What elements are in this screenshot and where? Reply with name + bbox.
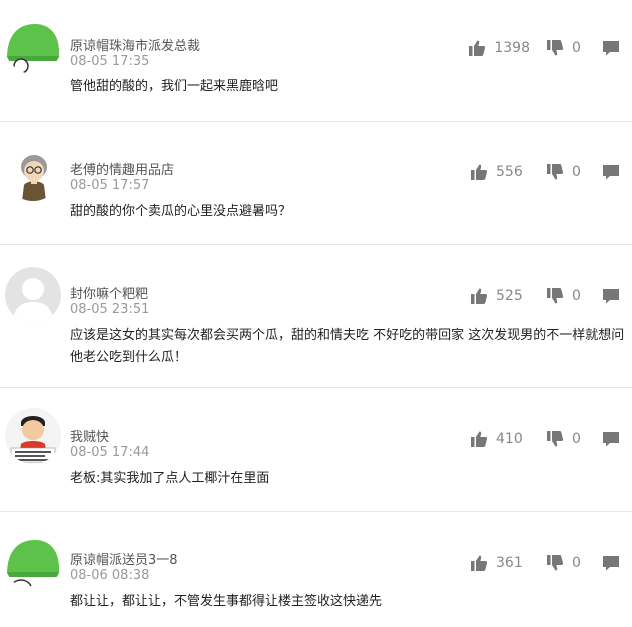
like-count: 361 [496, 555, 523, 571]
timestamp: 08-05 23:51 [70, 302, 150, 317]
dislike-count: 0 [572, 288, 581, 304]
comment-text: 老板:其实我加了点人工椰汁在里面 [70, 471, 270, 486]
comment-bubble-icon[interactable] [602, 163, 620, 181]
like-count: 1398 [494, 40, 530, 56]
like-count: 410 [496, 431, 523, 447]
comment-bubble-icon[interactable] [602, 430, 620, 448]
comment-item: 原谅帽珠海市派发总裁 08-05 17:35 管他甜的酸的，我们一起来黑鹿晗吧 … [0, 0, 632, 122]
avatar[interactable] [5, 18, 61, 74]
like-count: 525 [496, 288, 523, 304]
dislike-button[interactable]: 0 [546, 163, 582, 181]
like-count: 556 [496, 164, 523, 180]
timestamp: 08-05 17:35 [70, 54, 150, 69]
thumbs-down-icon[interactable] [546, 287, 564, 305]
dislike-count: 0 [572, 555, 581, 571]
comment-bubble-icon[interactable] [602, 39, 620, 57]
dislike-button[interactable]: 0 [546, 430, 582, 448]
thumbs-down-icon[interactable] [546, 39, 564, 57]
username[interactable]: 老傅的情趣用品店 [70, 159, 174, 178]
comment-actions: 1398 0 [468, 38, 620, 58]
comment-text: 应该是这女的其实每次都会买两个瓜，甜的和情夫吃 不好吃的带回家 这次发现男的不一… [70, 328, 625, 365]
dislike-button[interactable]: 0 [546, 287, 582, 305]
thumbs-up-icon[interactable] [470, 287, 488, 305]
comment-item: 原谅帽派送员3一8 08-06 08:38 都让让，都让让，不管发生事都得让楼主… [0, 512, 632, 627]
comment-actions: 556 0 [470, 162, 620, 182]
comment-item: 我贼快 08-05 17:44 老板:其实我加了点人工椰汁在里面 410 0 [0, 388, 632, 512]
dislike-button[interactable]: 0 [546, 39, 582, 57]
avatar[interactable] [5, 534, 61, 590]
comment-text: 都让让，都让让，不管发生事都得让楼主签收这快递先 [70, 594, 383, 609]
username[interactable]: 封你嘛个粑粑 [70, 283, 148, 302]
thumbs-up-icon[interactable] [470, 554, 488, 572]
avatar[interactable] [5, 267, 61, 323]
thumbs-down-icon[interactable] [546, 430, 564, 448]
comment-text: 管他甜的酸的，我们一起来黑鹿晗吧 [70, 79, 279, 94]
timestamp: 08-05 17:57 [70, 178, 150, 193]
comment-actions: 361 0 [470, 553, 620, 573]
username[interactable]: 原谅帽珠海市派发总裁 [70, 35, 200, 54]
comment-actions: 410 0 [470, 429, 620, 449]
avatar[interactable] [5, 145, 61, 201]
thumbs-up-icon[interactable] [468, 39, 486, 57]
comment-item: 封你嘛个粑粑 08-05 23:51 应该是这女的其实每次都会买两个瓜，甜的和情… [0, 245, 632, 388]
comment-text: 甜的酸的你个卖瓜的心里没点避暑吗？ [70, 204, 292, 219]
thumbs-up-icon[interactable] [470, 430, 488, 448]
thumbs-down-icon[interactable] [546, 163, 564, 181]
username[interactable]: 我贼快 [70, 426, 109, 445]
dislike-count: 0 [572, 40, 581, 56]
username[interactable]: 原谅帽派送员3一8 [70, 549, 178, 568]
dislike-button[interactable]: 0 [546, 554, 582, 572]
thumbs-down-icon[interactable] [546, 554, 564, 572]
avatar[interactable] [5, 408, 61, 464]
comment-item: 老傅的情趣用品店 08-05 17:57 甜的酸的你个卖瓜的心里没点避暑吗？ 5… [0, 122, 632, 245]
thumbs-up-icon[interactable] [470, 163, 488, 181]
dislike-count: 0 [572, 164, 581, 180]
comment-actions: 525 0 [470, 286, 620, 306]
comment-bubble-icon[interactable] [602, 287, 620, 305]
comment-bubble-icon[interactable] [602, 554, 620, 572]
timestamp: 08-06 08:38 [70, 568, 150, 583]
timestamp: 08-05 17:44 [70, 445, 150, 460]
dislike-count: 0 [572, 431, 581, 447]
